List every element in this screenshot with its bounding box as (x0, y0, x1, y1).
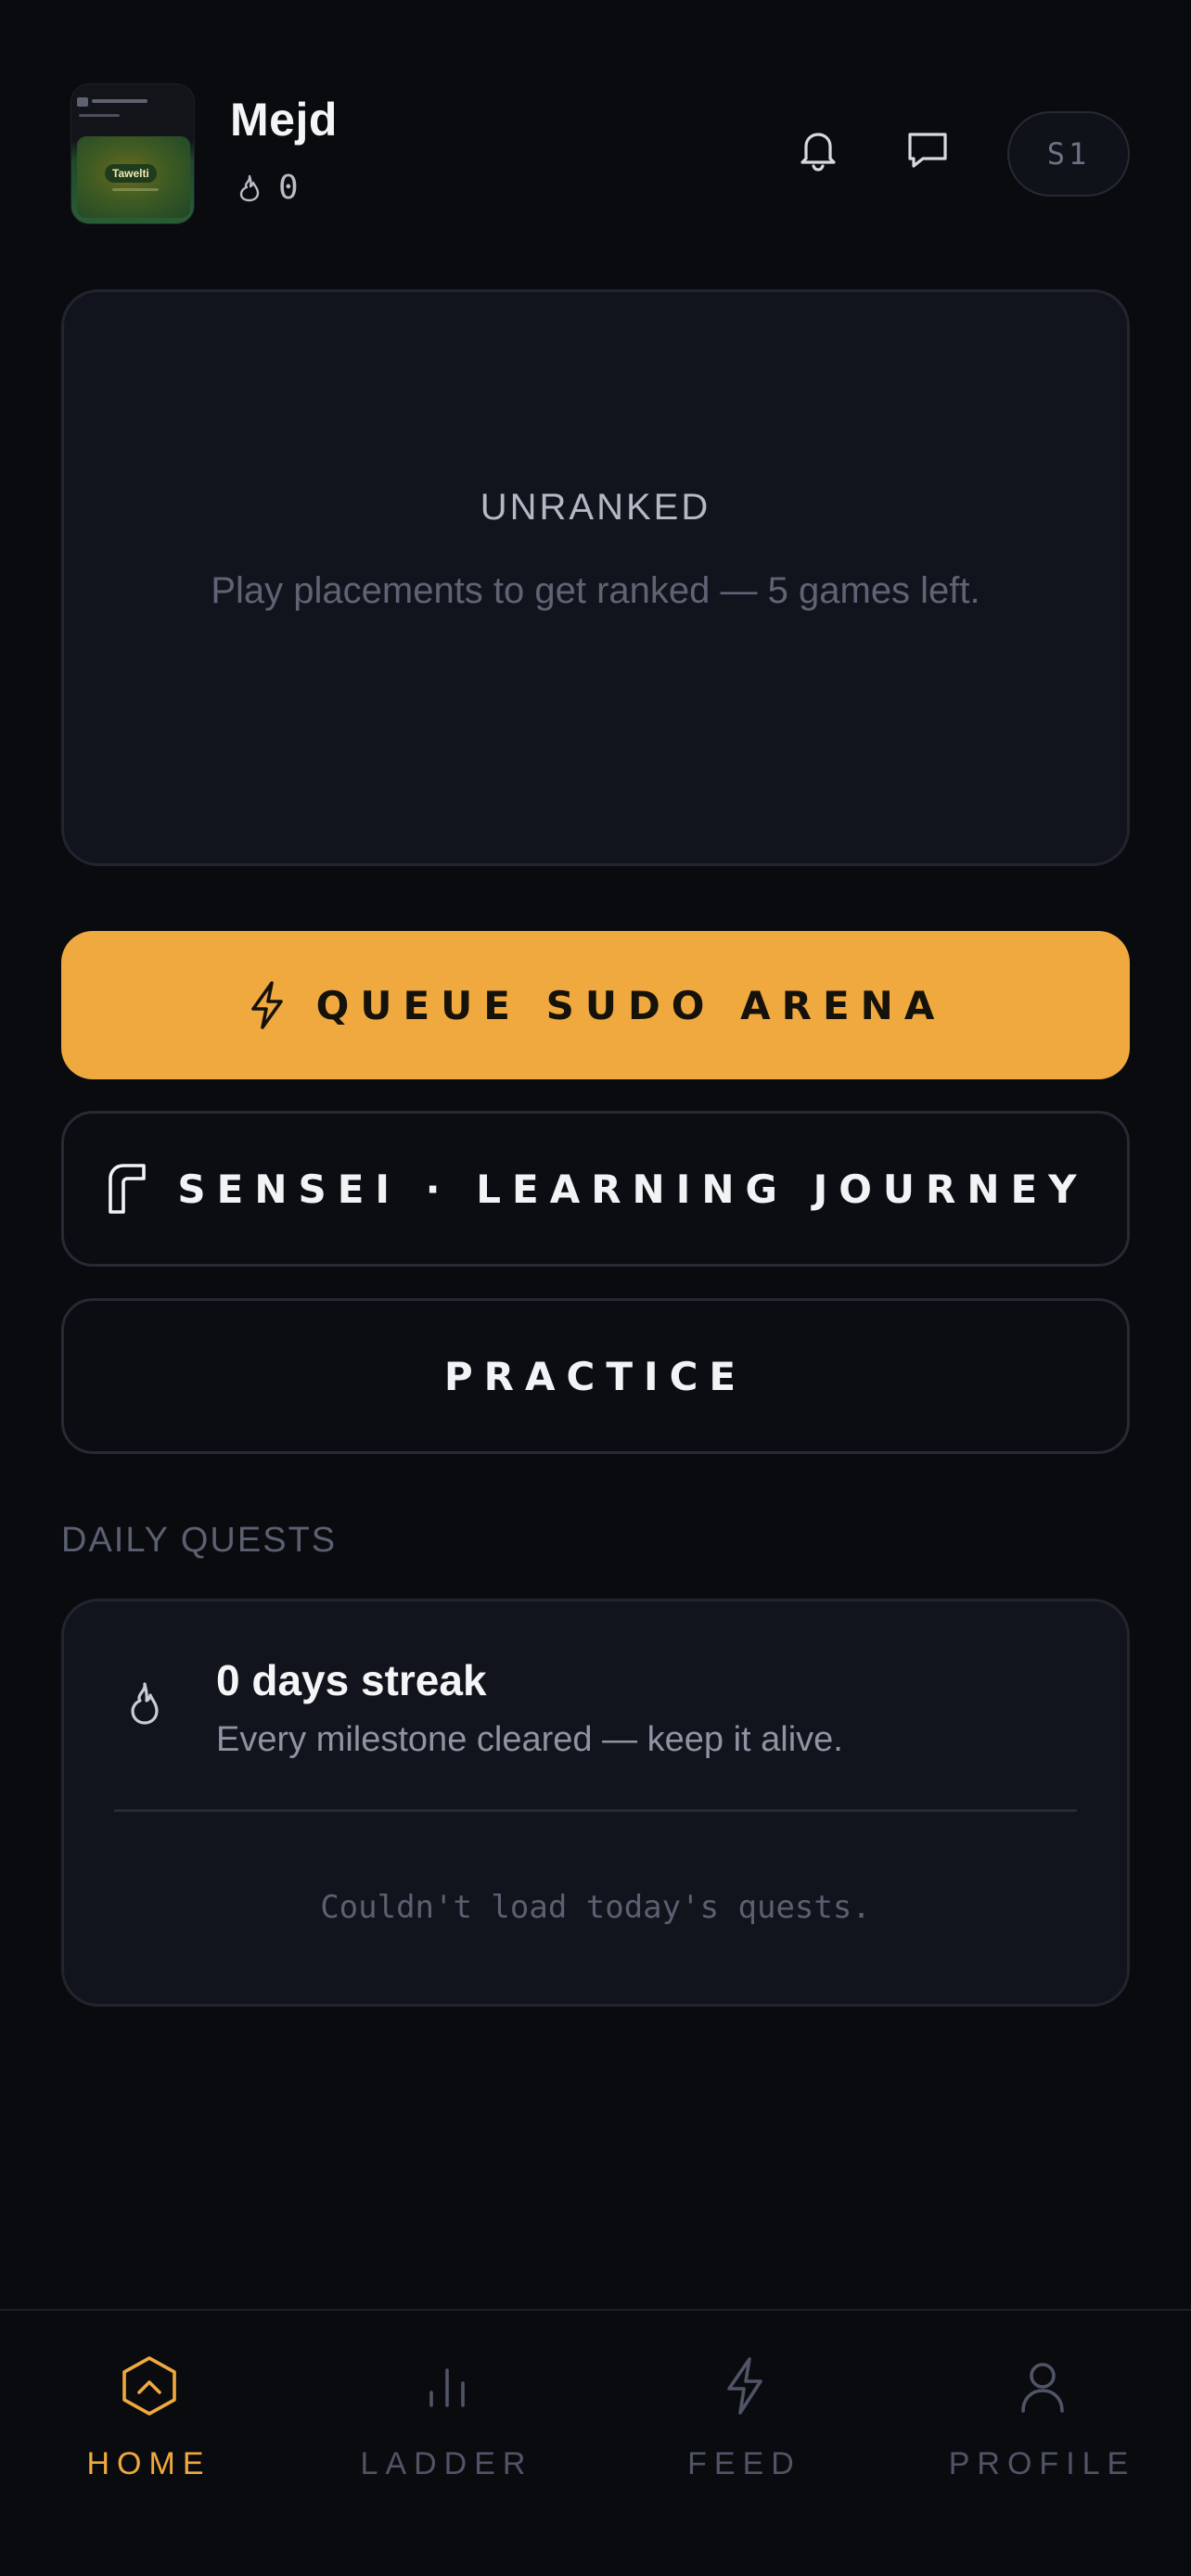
streak-title: 0 days streak (216, 1656, 487, 1704)
nav-profile-label: PROFILE (948, 2446, 1136, 2481)
username: Mejd (230, 94, 338, 146)
practice-label: PRACTICE (443, 1353, 748, 1399)
nav-ladder-label: LADDER (360, 2446, 533, 2481)
nav-ladder[interactable]: LADDER (298, 2344, 596, 2511)
bottom-nav: HOME LADDER FEED PROFILE (0, 2309, 1191, 2576)
chat-bubble-icon (908, 133, 947, 168)
nav-profile[interactable]: PROFILE (893, 2344, 1191, 2511)
bolt-icon (726, 2357, 762, 2415)
daily-quests-card: 0 days streak Every milestone cleared — … (61, 1599, 1130, 2007)
rank-card: UNRANKED Play placements to get ranked —… (61, 289, 1130, 866)
bolt-icon (250, 981, 283, 1029)
practice-button[interactable]: PRACTICE (61, 1298, 1130, 1454)
avatar-brand-card: Tawelti (77, 136, 190, 218)
messages-button[interactable] (898, 121, 957, 180)
quests-error-message: Couldn't load today's quests. (320, 1889, 871, 1926)
queue-arena-button[interactable]: QUEUE SUDO ARENA (61, 931, 1130, 1079)
notifications-button[interactable] (788, 121, 848, 180)
avatar[interactable]: Tawelti (70, 83, 195, 224)
header: Tawelti Mejd 0 S1 (61, 83, 1130, 232)
sensei-label: SENSEI · LEARNING JOURNEY (177, 1166, 1088, 1212)
daily-quests-heading: DAILY QUESTS (61, 1521, 338, 1560)
season-badge[interactable]: S1 (1007, 111, 1130, 197)
nav-home[interactable]: HOME (0, 2344, 298, 2511)
ladder-bars-icon (429, 2368, 465, 2407)
flame-icon (239, 174, 260, 201)
nav-feed[interactable]: FEED (596, 2344, 893, 2511)
rank-status: UNRANKED (480, 487, 711, 528)
queue-arena-label: QUEUE SUDO ARENA (315, 982, 946, 1028)
streak-count: 0 (278, 169, 299, 207)
user-icon (1020, 2363, 1064, 2413)
avatar-post-header (77, 96, 190, 121)
streak-subtitle: Every milestone cleared — keep it alive. (216, 1720, 843, 1759)
sensei-learning-journey-button[interactable]: SENSEI · LEARNING JOURNEY (61, 1111, 1130, 1267)
header-streak: 0 (237, 169, 299, 207)
rank-placement-info: Play placements to get ranked — 5 games … (211, 570, 980, 611)
sensei-logo-icon (109, 1164, 147, 1214)
home-hexagon-icon (122, 2356, 176, 2416)
avatar-brand-logo: Tawelti (105, 164, 157, 183)
nav-feed-label: FEED (687, 2446, 801, 2481)
divider (114, 1809, 1077, 1812)
bell-icon (800, 133, 836, 172)
home-screen: Tawelti Mejd 0 S1 UNRANKED Play placemen… (0, 0, 1191, 2576)
flame-icon (131, 1682, 159, 1725)
nav-home-label: HOME (86, 2446, 211, 2481)
